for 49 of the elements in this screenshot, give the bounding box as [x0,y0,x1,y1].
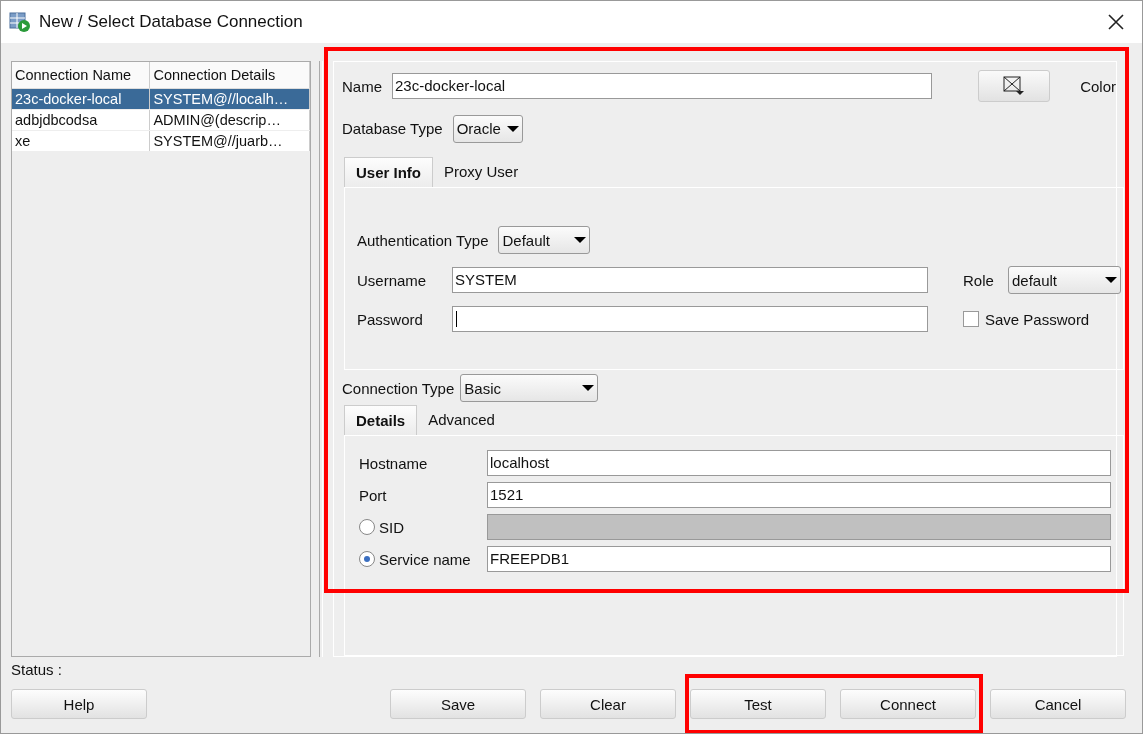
field-label: Name [342,77,382,95]
connection-type-dropdown[interactable]: Basic [460,374,599,403]
field-label: Authentication Type [357,231,489,249]
table-cell: 23c-docker-local [12,88,150,110]
checkbox-label: Save Password [985,310,1090,328]
tab[interactable]: Details [344,404,418,435]
color-button[interactable] [977,70,1051,102]
radio-label: SID [379,518,404,536]
service-name-field[interactable]: FREEPDB1 [487,546,1111,573]
hostname-field[interactable]: localhost [487,450,1111,477]
radio-button[interactable] [359,551,375,568]
color-label: Color [1080,77,1116,95]
dialog-button[interactable]: Clear [540,689,676,719]
color-picker-icon [1003,76,1025,96]
table-cell: xe [12,130,150,152]
tab[interactable]: Advanced [417,404,506,435]
tab[interactable]: User Info [344,157,433,188]
dialog-button[interactable]: Test [690,689,826,719]
field-label: Username [357,271,428,289]
username-field[interactable]: SYSTEM [452,267,928,294]
status-label: Status : [11,661,63,680]
database-app-icon [9,11,31,33]
dialog-button[interactable]: Connect [840,689,976,719]
field-label: Database Type [342,120,443,138]
field-label: Connection Type [342,379,455,397]
database-type-dropdown[interactable]: Oracle [452,114,523,143]
field-label: Hostname [359,454,429,472]
field-label: Password [357,310,424,328]
radio-label: Service name [379,550,471,568]
connection-row[interactable]: 23c-docker-local SYSTEM@//localh… [12,88,310,110]
connection-row[interactable]: xe SYSTEM@//juarb… [12,130,310,152]
authentication-type-dropdown[interactable]: Default [498,226,591,255]
column-header[interactable]: Connection Name [12,62,150,89]
name-field[interactable]: 23c-docker-local [392,73,932,99]
table-cell: adbjdbcodsa [12,109,150,131]
connection-row[interactable]: adbjdbcodsa ADMIN@(descrip… [12,109,310,131]
column-header[interactable]: Connection Details [149,62,310,89]
checkbox[interactable] [963,311,979,328]
dialog-button[interactable]: Save [390,689,526,719]
field-label: Role [963,271,995,289]
field-label: Port [359,486,388,504]
window-title: New / Select Database Connection [39,12,304,32]
password-field[interactable] [452,306,928,333]
tab[interactable]: Proxy User [433,157,530,188]
help-button[interactable]: Help [11,689,147,719]
dialog-button[interactable]: Cancel [990,689,1126,719]
role-dropdown[interactable]: default [1008,266,1121,295]
port-field[interactable]: 1521 [487,482,1111,509]
close-icon[interactable] [1108,14,1124,30]
